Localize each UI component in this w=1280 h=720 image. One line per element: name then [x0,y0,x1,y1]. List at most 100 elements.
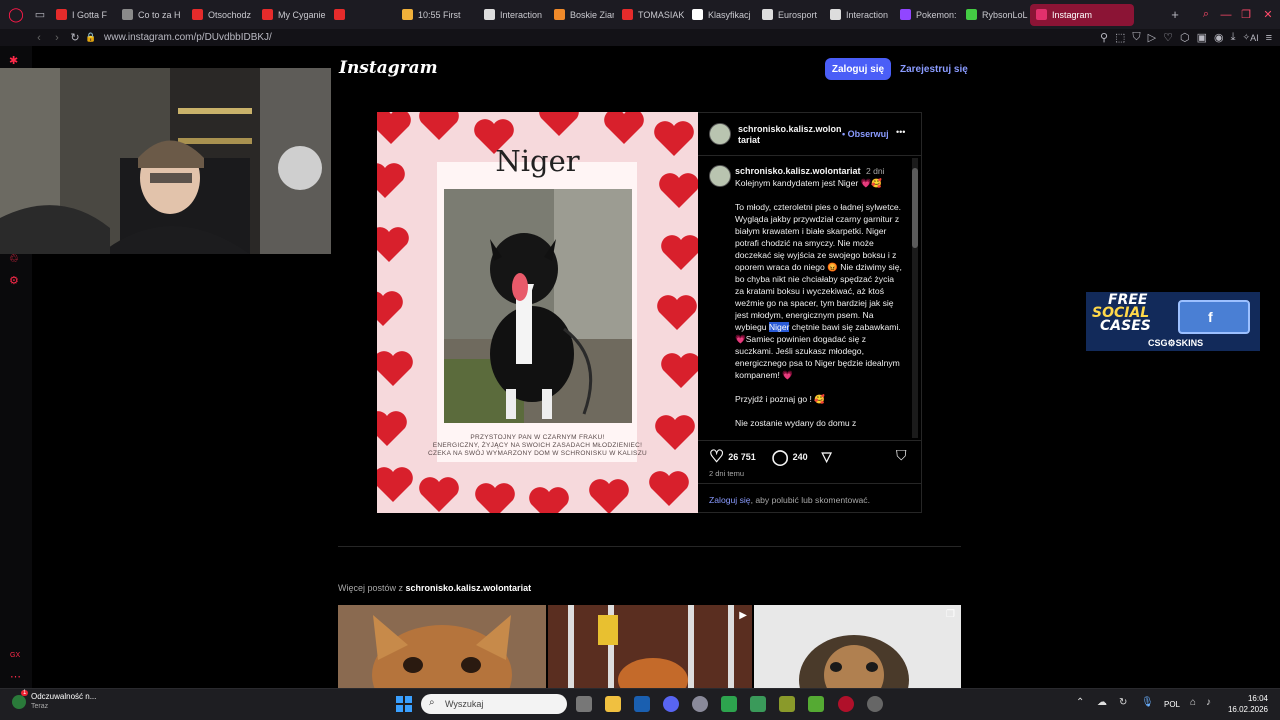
login-prompt-text: , aby polubić lub skomentować. [750,495,870,505]
caption-username[interactable]: schronisko.kalisz.wolontariat [735,166,861,176]
browser-tab[interactable]: My Cyganie [256,4,326,26]
maximize-icon[interactable]: ❐ [1236,8,1256,21]
username-line-2[interactable]: tariat [738,135,842,146]
minimize-icon[interactable]: — [1216,9,1236,21]
browser-tab[interactable]: Otsochodz [186,4,254,26]
close-window-icon[interactable]: ✕ [1256,8,1280,21]
task-view-icon[interactable] [576,696,592,712]
app-green-icon[interactable] [721,696,737,712]
settings-icon[interactable] [692,696,708,712]
tray-app-icon[interactable]: ☁ [1097,697,1107,708]
browser-tab[interactable]: Interaction [824,4,892,26]
tray-chevron-icon[interactable]: ⌃ [1076,697,1084,708]
app-yellow-icon[interactable] [779,696,795,712]
ad-banner[interactable]: FREE SOCIAL CASES f CSG⚙SKINS [1086,292,1260,351]
browser-tab[interactable]: I Gotta F [50,4,114,26]
discord-icon[interactable] [663,696,679,712]
reload-icon[interactable]: ↻ [66,31,84,44]
language-indicator[interactable]: POL [1164,700,1180,709]
notification-title: Odczuwalność n... [31,692,97,701]
menu-icon[interactable]: ≡ [1266,32,1272,44]
volume-icon[interactable]: ♪ [1206,697,1211,708]
login-button[interactable]: Zaloguj się [825,58,891,80]
opera-gx-taskbar-icon[interactable] [838,696,854,712]
tab-manager-icon[interactable]: ▭ [32,8,48,21]
aria-icon[interactable]: ✧ AI [1243,32,1259,43]
caption-scrollbar[interactable] [912,158,918,438]
divider [698,155,921,156]
username-line-1[interactable]: schronisko.kalisz.wolon [738,124,842,135]
tab-label: Pokemon: F [916,9,958,20]
scrollbar-thumb[interactable] [912,168,918,248]
login-prompt: Zaloguj się, aby polubić lub skomentować… [709,495,870,505]
weather-notification[interactable]: 1 Odczuwalność n... Teraz [12,690,97,712]
webcam-overlay [0,68,331,254]
browser-tab[interactable]: Interaction [478,4,546,26]
more-post-thumbnail[interactable]: ❐ [754,605,961,688]
more-posts-username[interactable]: schronisko.kalisz.wolontariat [406,583,532,593]
login-prompt-link[interactable]: Zaloguj się [709,495,751,505]
browser-tab[interactable] [328,4,394,26]
more-options-button[interactable]: ••• [896,127,905,137]
start-icon[interactable] [396,696,412,712]
opera-logo-icon[interactable]: ◯ [0,6,32,23]
extensions-icon[interactable]: ⬡ [1180,31,1190,44]
clock[interactable]: 16:04 16.02.2026 [1226,693,1268,715]
browser-tab[interactable]: Eurosport [756,4,822,26]
browser-tab[interactable]: RybsonLoL [960,4,1028,26]
profile-icon[interactable]: ◉ [1214,31,1224,44]
network-icon[interactable]: ⌂ [1190,697,1196,708]
browser-tab[interactable]: Co to za H [116,4,184,26]
taskbar-search[interactable]: ⌕ Wyszukaj [421,694,567,714]
download-icon[interactable]: ⤓ [1231,31,1236,44]
sidebar-gx-label[interactable]: GX [10,652,20,659]
app-m-icon[interactable] [634,696,650,712]
back-icon[interactable]: ‹ [30,32,48,44]
browser-tab[interactable]: Pokemon: F [894,4,958,26]
pin-icon[interactable]: ⚲ [1100,31,1108,44]
header-avatar[interactable] [709,123,731,150]
sidebar-more-icon[interactable]: ⋯ [10,670,21,683]
tray-sync-icon[interactable]: ↻ [1119,697,1127,708]
search-tabs-icon[interactable]: ⌕ [1196,8,1216,21]
more-post-thumbnail[interactable] [338,605,546,688]
follow-button[interactable]: • Obserwuj [842,129,889,139]
app-stack-icon[interactable] [750,696,766,712]
instagram-logo[interactable]: Instagram [339,58,438,78]
share-icon[interactable]: ▽ [822,449,832,465]
caption-paragraph-2: Przyjdź i poznaj go ! 🥰 [735,394,825,404]
browser-tab[interactable]: Klasyfikacj [686,4,754,26]
more-post-thumbnail[interactable]: ▶ [548,605,752,688]
snapshot-icon[interactable]: ⬚ [1115,31,1125,44]
browser-tab[interactable]: TOMASIAK [616,4,684,26]
browser-tab[interactable]: Boskie Ziar [548,4,614,26]
ad-line-3: CASES [1100,318,1151,334]
bookmark-icon[interactable]: ⛉ [896,447,907,464]
app-gear-icon[interactable] [867,696,883,712]
avatar[interactable] [709,123,731,145]
signup-button[interactable]: Zarejestruj się [900,58,968,80]
browser-tab[interactable]: Instagram [1030,3,1134,26]
browser-tab-bar: ◯ ▭ I Gotta F Co to za H Otsochodz My Cygan… [0,0,1280,29]
sidebar-speed-dial-icon[interactable]: ✱ [9,54,18,67]
tray-mic-icon[interactable]: 🎙 [1141,697,1154,708]
url-field[interactable]: www.instagram.com/p/DUvdbbIDBKJ/ [104,32,272,43]
comment-icon[interactable]: ◯ [772,448,789,466]
caption-avatar[interactable] [709,165,731,192]
heart-decoration [377,227,409,262]
play-icon[interactable]: ▷ [1148,31,1156,44]
forward-icon[interactable]: › [48,32,66,44]
like-icon[interactable]: ♡ [709,447,724,467]
heart-icon[interactable]: ♡ [1163,31,1173,44]
header-username[interactable]: schronisko.kalisz.wolon tariat [738,124,842,146]
sidebar-settings-icon[interactable]: ⚙ [9,274,19,287]
browser-tab[interactable]: 10:55 First [396,4,476,26]
minecraft-icon[interactable] [808,696,824,712]
new-tab-button[interactable]: + [1166,7,1184,22]
avatar[interactable] [709,165,731,187]
tab-favicon-icon [830,9,841,20]
wallet-icon[interactable]: ▣ [1197,31,1207,44]
post-image[interactable]: Niger PRZYSTOJNY PAN W CZARNYM FRAKU! EN… [377,112,698,513]
shield-icon[interactable]: ⛉ [1132,31,1140,44]
file-explorer-icon[interactable] [605,696,621,712]
